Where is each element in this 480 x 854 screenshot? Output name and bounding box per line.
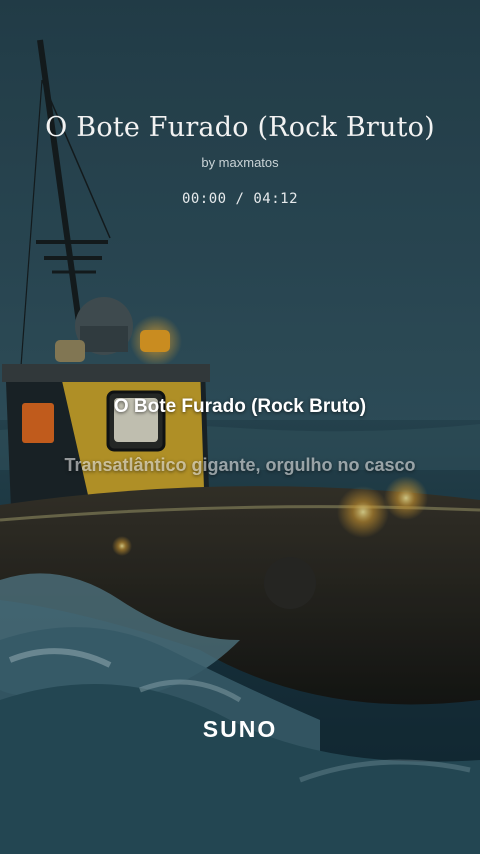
- artist-byline[interactable]: by maxmatos: [0, 155, 480, 170]
- next-lyric-line: Transatlântico gigante, orgulho no casco: [64, 455, 416, 475]
- song-title: O Bote Furado (Rock Bruto): [45, 112, 435, 143]
- current-lyric-line: O Bote Furado (Rock Bruto): [113, 396, 367, 417]
- suno-logo[interactable]: SUNO: [0, 716, 480, 743]
- player-overlay: O Bote Furado (Rock Bruto) by maxmatos 0…: [0, 0, 480, 854]
- playback-time: 00:00 / 04:12: [181, 191, 299, 207]
